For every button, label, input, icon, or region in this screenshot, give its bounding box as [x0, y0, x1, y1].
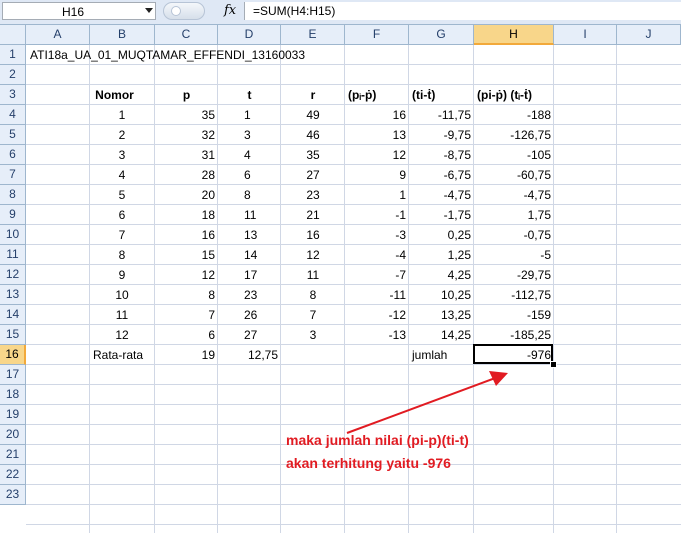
annotation-line-1: maka jumlah nilai (pi-p)(ti-t)	[286, 432, 469, 448]
annotation-line-2: akan terhitung yaitu -976	[286, 455, 451, 471]
arrow-line	[346, 376, 499, 434]
annotation-arrow	[346, 371, 508, 434]
